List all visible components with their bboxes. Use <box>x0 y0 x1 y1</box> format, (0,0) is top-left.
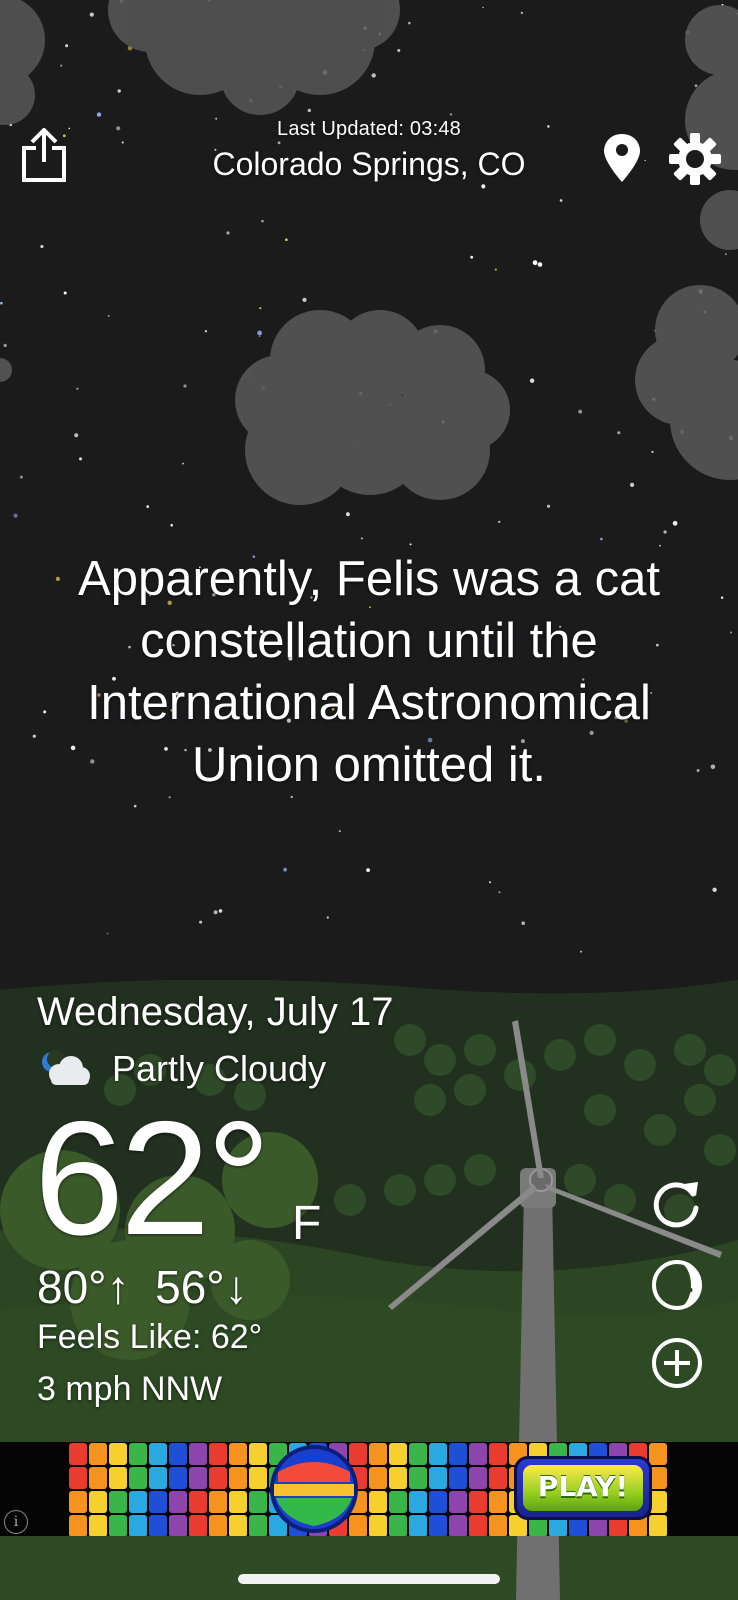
location-pin-icon <box>604 134 640 182</box>
temperature-unit[interactable]: F <box>292 1196 321 1251</box>
wind-text: 3 mph NNW <box>37 1370 223 1408</box>
feels-like-text: Feels Like: 62° <box>37 1318 263 1356</box>
low-temperature: 56° <box>155 1261 225 1313</box>
partly-cloudy-night-icon <box>42 1050 90 1085</box>
date-text: Wednesday, July 17 <box>37 990 394 1034</box>
down-arrow-icon: ↓ <box>224 1261 248 1313</box>
location-button[interactable] <box>600 132 644 184</box>
ad-info-icon[interactable]: i <box>4 1510 28 1534</box>
high-temperature: 80° <box>37 1261 107 1313</box>
high-low-temperatures: 80°↑ 56°↓ <box>37 1260 248 1314</box>
condition-text: Partly Cloudy <box>112 1048 327 1089</box>
fact-line: constellation until the <box>140 614 598 668</box>
fact-line: Apparently, Felis was a cat <box>78 552 660 606</box>
refresh-button[interactable] <box>650 1178 704 1232</box>
weather-app-screen: Last Updated: 03:48 Colorado Springs, CO <box>0 0 738 1600</box>
current-temperature: 62° <box>34 1088 271 1269</box>
settings-button[interactable] <box>668 132 722 186</box>
gear-icon <box>669 133 721 185</box>
ad-play-label: PLAY! <box>523 1465 643 1511</box>
add-location-button[interactable] <box>650 1336 704 1390</box>
fact-line: International Astronomical <box>87 676 651 730</box>
cloud-middle <box>235 310 510 505</box>
add-circle-icon <box>652 1338 702 1388</box>
moon-phase-button[interactable] <box>650 1258 704 1312</box>
home-indicator[interactable] <box>238 1574 500 1584</box>
up-arrow-icon: ↑ <box>106 1261 130 1313</box>
ad-play-button[interactable]: PLAY! <box>514 1456 652 1520</box>
refresh-icon <box>653 1182 699 1228</box>
fact-line: Union omitted it. <box>191 738 547 792</box>
ball-graphic <box>270 1445 358 1533</box>
space-fact-text: Apparently, Felis was a cat constellatio… <box>40 548 698 796</box>
moon-phase-icon <box>652 1260 702 1310</box>
